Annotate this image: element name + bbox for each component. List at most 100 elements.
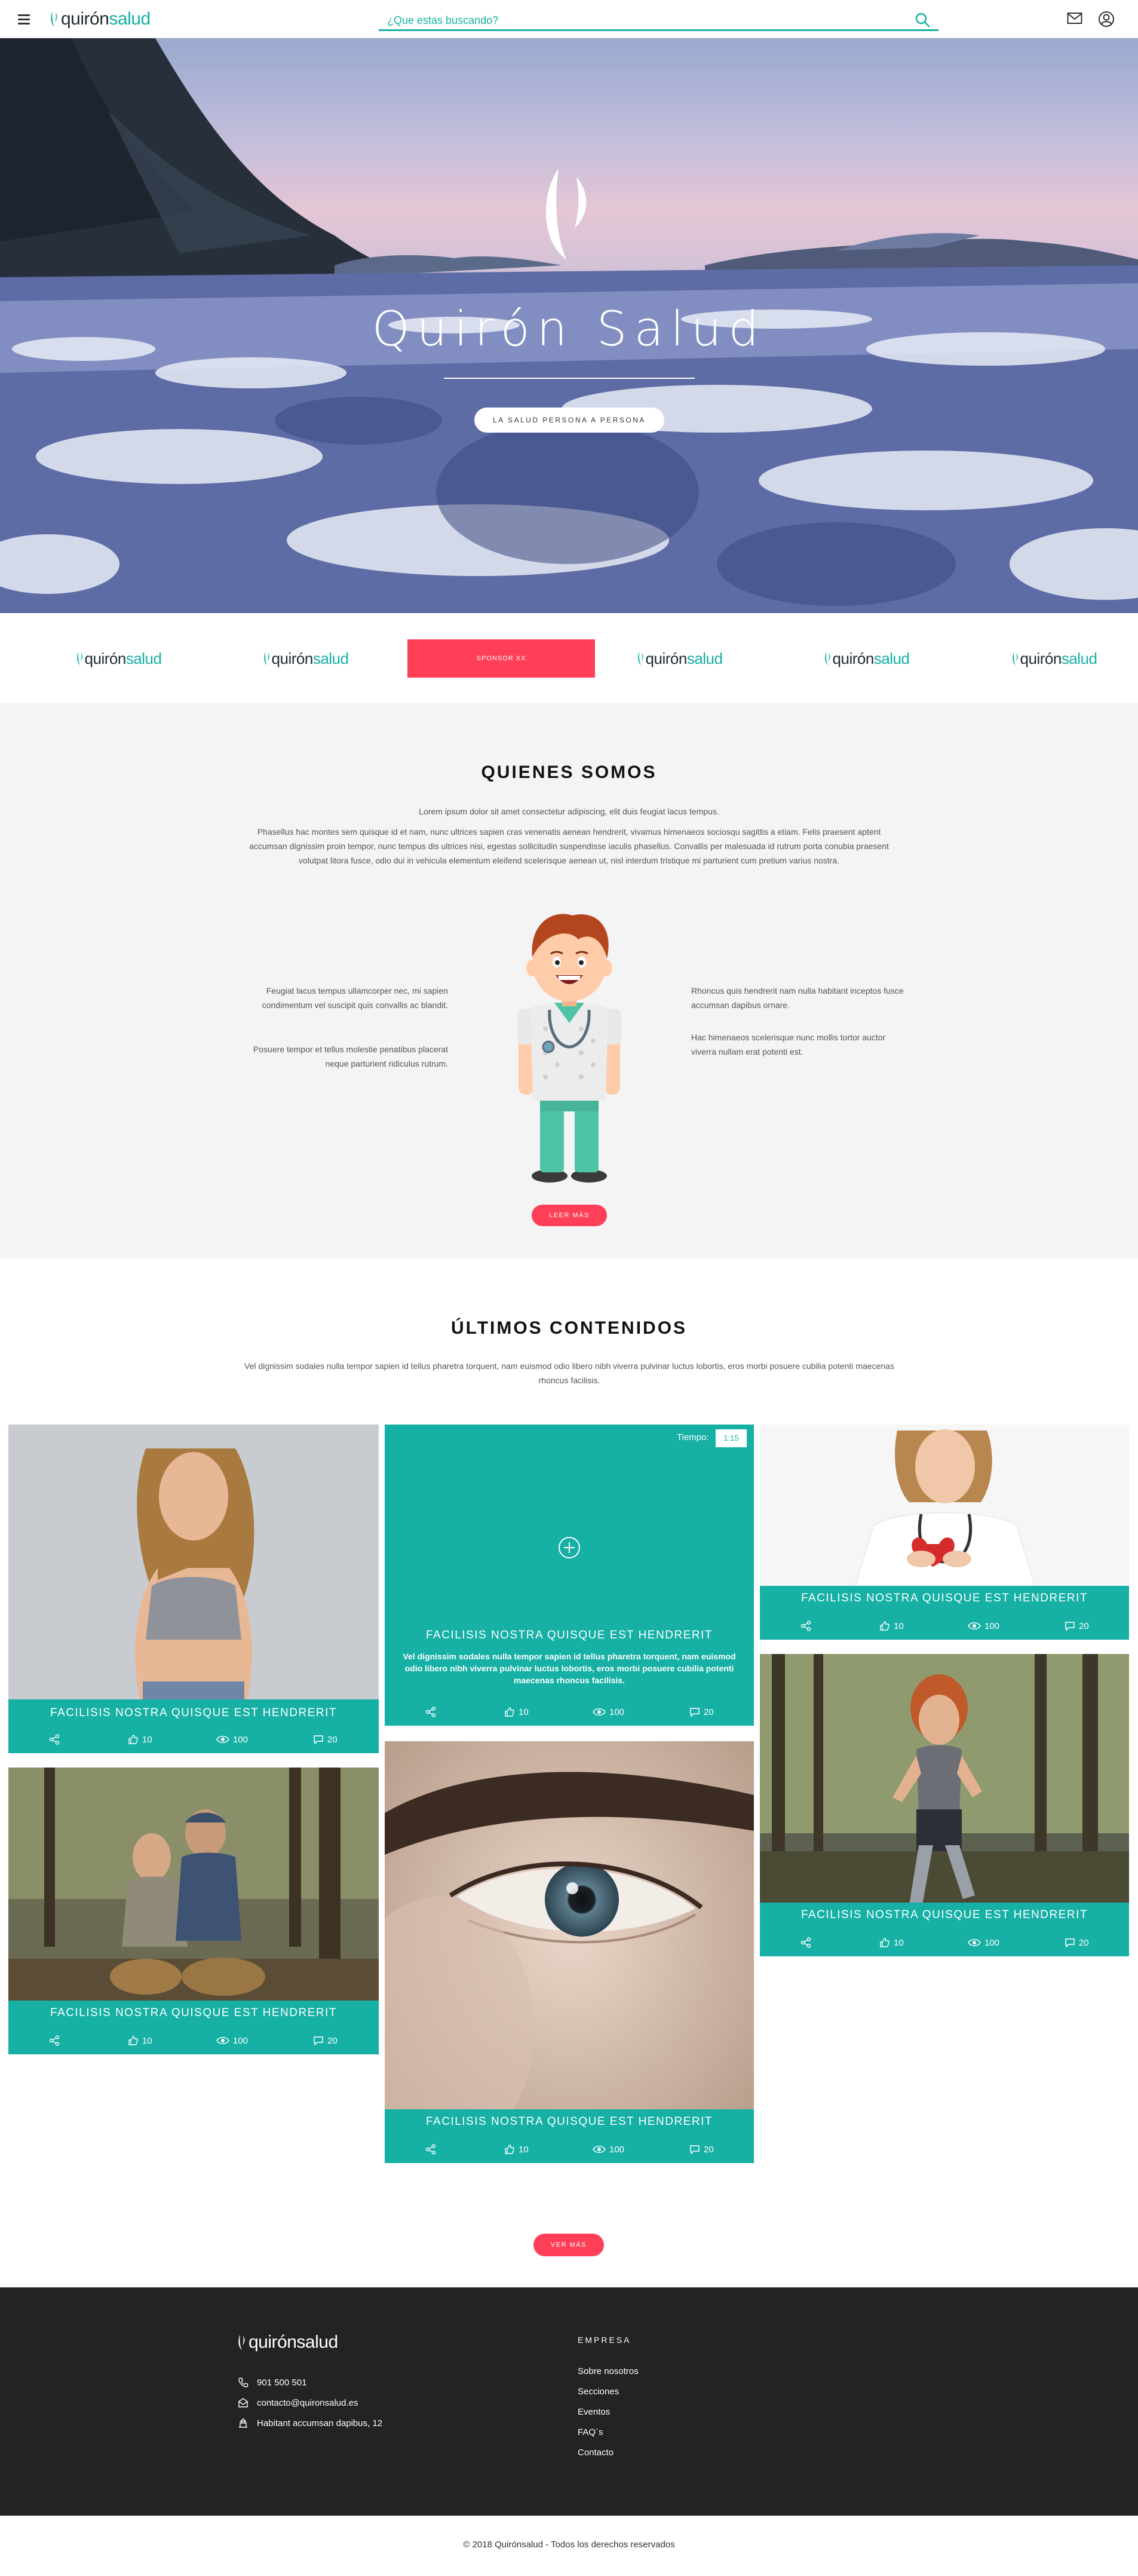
empresa-title: EMPRESA (578, 2335, 631, 2345)
sponsor-logo-5[interactable]: quirónsalud (1004, 639, 1105, 678)
footer-link-faqs[interactable]: FAQ´s (578, 2427, 603, 2437)
menu-icon[interactable] (18, 12, 35, 26)
sponsor-logo-2[interactable]: quirónsalud (255, 639, 357, 678)
content-card[interactable]: FACILISIS NOSTRA QUISQUE EST HENDRERIT 1… (760, 1425, 1129, 1640)
like-icon (505, 1707, 514, 1717)
sponsor-xx-banner[interactable]: SPONSOR XX (407, 639, 595, 678)
comments-stat[interactable]: 20 (313, 1730, 338, 1748)
comments-stat[interactable]: 20 (689, 2140, 714, 2158)
like-icon (880, 1621, 889, 1631)
content-card[interactable]: FACILISIS NOSTRA QUISQUE EST HENDRERIT 1… (760, 1654, 1129, 1956)
card-footer: FACILISIS NOSTRA QUISQUE EST HENDRERIT 1… (385, 2109, 754, 2163)
featured-card-title: FACILISIS NOSTRA QUISQUE EST HENDRERIT (425, 1629, 713, 1641)
likes-stat[interactable]: 10 (128, 2032, 152, 2050)
share-icon[interactable] (800, 1617, 815, 1635)
footer-phone[interactable]: 901 500 501 (238, 2377, 306, 2388)
hero-title: Quirón Salud (372, 301, 766, 357)
search-input[interactable] (387, 12, 901, 29)
card-stats: 10 100 20 (760, 1617, 1129, 1635)
logo-dark-text: quirón (271, 649, 314, 667)
card-footer: FACILISIS NOSTRA QUISQUE EST HENDRERIT 1… (8, 2001, 379, 2054)
share-icon[interactable] (49, 2032, 63, 2050)
share-icon[interactable] (425, 2140, 440, 2158)
comments-stat[interactable]: 20 (689, 1703, 714, 1721)
phone-icon (238, 2378, 249, 2388)
quienes-right-text-1: Rhoncus quis hendrerit nam nulla habitan… (691, 986, 904, 1010)
share-icon[interactable] (800, 1934, 815, 1952)
footer-email[interactable]: contacto@quironsalud.es (238, 2397, 358, 2408)
content-card[interactable]: FACILISIS NOSTRA QUISQUE EST HENDRERIT 1… (8, 1425, 379, 1753)
footer-phone-text: 901 500 501 (257, 2377, 307, 2388)
quienes-somos-section: QUIENES SOMOS Lorem ipsum dolor sit amet… (0, 703, 1138, 1258)
likes-stat[interactable]: 10 (504, 2140, 529, 2158)
share-icon[interactable] (425, 1703, 440, 1721)
doctor-illustration (517, 914, 621, 1183)
eye-icon (968, 1939, 981, 1946)
copyright-text: © 2018 Quirónsalud - Todos los derechos … (463, 2540, 675, 2550)
plus-icon[interactable] (557, 1536, 581, 1560)
footer-address: Habitant accumsan dapibus, 12 (238, 2418, 382, 2428)
footer-link-eventos[interactable]: Eventos (578, 2407, 610, 2417)
hero-cta-button[interactable]: LA SALUD PERSONA A PERSONA (474, 408, 664, 433)
location-icon (239, 2418, 247, 2428)
leaf-icon (263, 651, 269, 666)
sponsor-logo-1[interactable]: quirónsalud (68, 639, 170, 678)
likes-count: 10 (519, 1707, 529, 1717)
sponsor-logo-3[interactable]: quirónsalud (629, 639, 731, 678)
comments-count: 20 (704, 2144, 714, 2155)
card-footer: FACILISIS NOSTRA QUISQUE EST HENDRERIT 1… (8, 1699, 379, 1753)
views-count: 100 (984, 1937, 1000, 1948)
quienes-left-text-1: Feugiat lacus tempus ullamcorper nec, mi… (262, 986, 448, 1010)
likes-count: 10 (519, 2144, 529, 2155)
content-card[interactable]: FACILISIS NOSTRA QUISQUE EST HENDRERIT 1… (8, 1768, 379, 2054)
search-icon[interactable] (915, 12, 930, 27)
comments-stat[interactable]: 20 (313, 2032, 338, 2050)
card-title: FACILISIS NOSTRA QUISQUE EST HENDRERIT (800, 1909, 1088, 1921)
share-icon[interactable] (49, 1730, 63, 1748)
leaf-icon (1012, 651, 1018, 666)
likes-stat[interactable]: 10 (879, 1934, 904, 1952)
logo-teal-text: salud (312, 649, 349, 667)
brand-logo[interactable]: quirónsalud (50, 8, 151, 30)
comment-icon (314, 2036, 323, 2045)
logo-dark-text: quirón (249, 2332, 297, 2352)
comments-stat[interactable]: 20 (1065, 1617, 1089, 1635)
mail-icon[interactable] (1067, 12, 1082, 25)
likes-stat[interactable]: 10 (128, 1730, 152, 1748)
views-stat: 100 (968, 1934, 999, 1952)
sponsor-logo-4[interactable]: quirónsalud (816, 639, 918, 678)
comments-stat[interactable]: 20 (1065, 1934, 1089, 1952)
likes-stat[interactable]: 10 (879, 1617, 904, 1635)
quienes-right-text-2: Hac himenaeos scelerisque nunc mollis to… (691, 1033, 886, 1056)
views-count: 100 (984, 1621, 1000, 1631)
footer-link-contacto[interactable]: Contacto (578, 2448, 614, 2458)
views-count: 100 (609, 1707, 625, 1717)
footer-email-text: contacto@quironsalud.es (257, 2397, 358, 2408)
content-card[interactable]: FACILISIS NOSTRA QUISQUE EST HENDRERIT 1… (385, 1741, 754, 2163)
leaf-icon (76, 651, 82, 666)
likes-stat[interactable]: 10 (504, 1703, 529, 1721)
logo-teal-text: salud (125, 649, 162, 667)
ver-mas-button[interactable]: VER MÁS (533, 2234, 604, 2256)
leer-mas-button[interactable]: LEER MÁS (532, 1205, 607, 1226)
contenidos-intro: Vel dignissim sodales nulla tempor sapie… (244, 1361, 894, 1385)
footer-logo[interactable]: quirónsalud (238, 2332, 338, 2353)
eye-icon (593, 2146, 606, 2153)
quienes-intro: Lorem ipsum dolor sit amet consectetur a… (419, 807, 719, 816)
logo-dark-text: quirón (645, 649, 688, 667)
quienes-paragraph: Phasellus hac montes sem quisque id et n… (249, 827, 889, 865)
featured-content-card[interactable]: Tiempo: 1:15 FACILISIS NOSTRA QUISQUE ES… (385, 1425, 754, 1726)
footer-link-sobre-nosotros[interactable]: Sobre nosotros (578, 2366, 639, 2376)
contenidos-title: ÚLTIMOS CONTENIDOS (450, 1318, 688, 1338)
footer-link-secciones[interactable]: Secciones (578, 2387, 619, 2397)
likes-count: 10 (142, 1734, 152, 1745)
like-icon (128, 2036, 138, 2045)
comments-count: 20 (327, 1734, 338, 1745)
user-icon[interactable] (1098, 11, 1115, 27)
comment-icon (690, 2145, 700, 2154)
views-stat: 100 (216, 2032, 248, 2050)
eye-icon (593, 1708, 606, 1716)
hero-divider (444, 378, 695, 379)
views-stat: 100 (968, 1617, 999, 1635)
quienes-title: QUIENES SOMOS (481, 762, 657, 782)
